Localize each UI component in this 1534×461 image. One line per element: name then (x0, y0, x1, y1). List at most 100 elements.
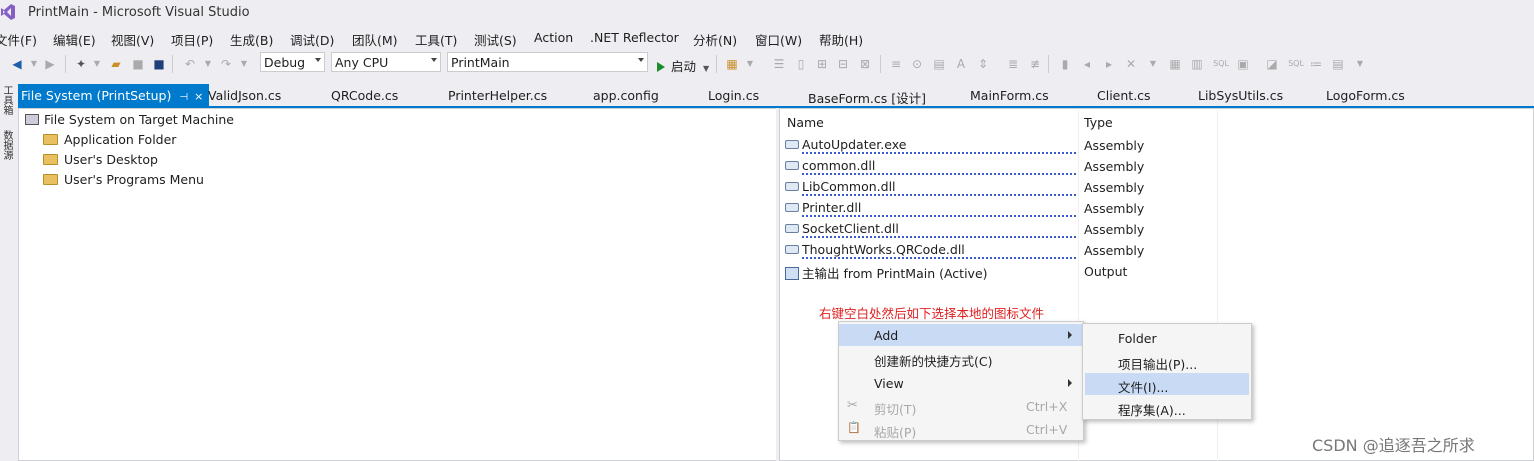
menu-item-label: Folder (1118, 331, 1157, 346)
list-item[interactable]: LibCommon.dll (785, 179, 896, 200)
menu-edit[interactable]: 编辑(E) (53, 30, 96, 49)
save-icon[interactable]: ■ (131, 57, 145, 71)
tree-item-application-folder[interactable]: Application Folder (43, 132, 176, 147)
submenu-item-assembly[interactable]: 程序集(A)... (1085, 396, 1249, 418)
tab-app-config[interactable]: app.config (593, 84, 659, 106)
menu-project[interactable]: 项目(P) (171, 30, 213, 49)
menu-item-label: 创建新的快捷方式(C) (874, 354, 993, 369)
column-header-type[interactable]: Type (1084, 115, 1113, 130)
file-name: AutoUpdater.exe (802, 137, 907, 152)
menu-window[interactable]: 窗口(W) (755, 30, 802, 49)
menu-view[interactable]: 视图(V) (111, 30, 154, 49)
assembly-icon (785, 224, 799, 233)
chevron-right-icon (1068, 331, 1072, 339)
menu-action[interactable]: Action (534, 30, 573, 45)
dotted-underline (802, 173, 1078, 175)
tab-printerhelper[interactable]: PrinterHelper.cs (448, 84, 547, 106)
submenu-item-file[interactable]: 文件(I)... (1085, 373, 1249, 395)
platform-combo[interactable]: Any CPU (331, 52, 441, 72)
menu-item-label: Add (874, 328, 899, 343)
clipboard-icon: 📋 (847, 421, 861, 434)
folder-icon (43, 134, 58, 145)
submenu-item-folder[interactable]: Folder (1085, 327, 1249, 349)
list-item[interactable]: AutoUpdater.exe (785, 137, 906, 158)
submenu-item-project-output[interactable]: 项目输出(P)... (1085, 350, 1249, 372)
menu-test[interactable]: 测试(S) (474, 30, 517, 49)
tab-label: File System (PrintSetup) (21, 88, 172, 103)
list-item[interactable]: Printer.dll (785, 200, 861, 221)
save-all-icon[interactable]: ■ (152, 57, 166, 71)
startup-project-value: PrintMain (451, 55, 510, 70)
context-menu-item-cut[interactable]: ✂ 剪切(T) Ctrl+X (839, 395, 1083, 417)
back-icon[interactable]: ◀ (10, 57, 24, 71)
close-icon[interactable]: × (194, 90, 203, 103)
chevron-down-icon (431, 58, 437, 62)
menu-file[interactable]: 文件(F) (0, 30, 37, 49)
menu-team[interactable]: 团队(M) (352, 30, 398, 49)
menu-analyze[interactable]: 分析(N) (693, 30, 737, 49)
title-bar: PrintMain - Microsoft Visual Studio (0, 0, 1534, 26)
menu-help[interactable]: 帮助(H) (819, 30, 863, 49)
data-sources-tab[interactable]: 数据源 (1, 130, 12, 160)
redo-icon[interactable]: ↷ (219, 57, 233, 71)
dotted-underline (802, 236, 1078, 238)
undo-icon[interactable]: ↶ (183, 57, 197, 71)
new-project-icon[interactable]: ✦ (74, 57, 88, 71)
platform-value: Any CPU (335, 55, 389, 70)
tab-file-system[interactable]: File System (PrintSetup) ⊣ × (18, 84, 210, 106)
tab-baseform-designer[interactable]: BaseForm.cs [设计] (808, 84, 926, 106)
forward-icon[interactable]: ▶ (43, 57, 57, 71)
tab-qrcode[interactable]: QRCode.cs (331, 84, 398, 106)
redo-dropdown-icon[interactable]: ▼ (237, 57, 251, 71)
assembly-icon (785, 161, 799, 170)
toolbox-tab[interactable]: 工具箱 (1, 85, 12, 115)
context-menu-item-add[interactable]: Add (839, 324, 1083, 346)
computer-icon (25, 114, 39, 125)
chevron-right-icon (1068, 379, 1072, 387)
menu-debug[interactable]: 调试(D) (290, 30, 334, 49)
play-icon (657, 62, 665, 72)
back-dropdown-icon[interactable]: ▼ (27, 57, 41, 71)
tab-validjson[interactable]: ValidJson.cs (208, 84, 281, 106)
column-header-name[interactable]: Name (787, 115, 824, 130)
list-item[interactable]: SocketClient.dll (785, 221, 899, 242)
menu-item-label: 粘贴(P) (874, 425, 917, 440)
menu-bar: 文件(F) 编辑(E) 视图(V) 项目(P) 生成(B) 调试(D) 团队(M… (0, 26, 1534, 50)
list-item[interactable]: common.dll (785, 158, 875, 179)
annotation-text: 右键空白处然后如下选择本地的图标文件 (819, 306, 1045, 321)
window-title: PrintMain - Microsoft Visual Studio (28, 5, 250, 20)
tab-mainform[interactable]: MainForm.cs (970, 84, 1049, 106)
tab-logoform[interactable]: LogoForm.cs (1326, 84, 1405, 106)
solution-config-combo[interactable]: Debug (260, 52, 325, 72)
file-type: Assembly (1084, 222, 1145, 237)
assembly-icon (785, 182, 799, 191)
scissors-icon: ✂ (847, 398, 858, 413)
tab-libsysutils[interactable]: LibSysUtils.cs (1198, 84, 1283, 106)
context-menu-item-create-shortcut[interactable]: 创建新的快捷方式(C) (839, 347, 1083, 369)
menu-build[interactable]: 生成(B) (230, 30, 273, 49)
menu-tools[interactable]: 工具(T) (415, 30, 457, 49)
list-item[interactable]: 主输出 from PrintMain (Active) (785, 263, 988, 284)
file-type: Assembly (1084, 159, 1145, 174)
open-file-icon[interactable]: ▰ (109, 57, 123, 71)
tree-item-users-programs-menu[interactable]: User's Programs Menu (43, 172, 204, 187)
tree-root[interactable]: File System on Target Machine (25, 112, 234, 127)
menu-net-reflector[interactable]: .NET Reflector (590, 30, 679, 45)
tree-item-users-desktop[interactable]: User's Desktop (43, 152, 158, 167)
pin-icon[interactable]: ⊣ (179, 92, 188, 103)
dotted-underline (802, 215, 1078, 217)
tab-login[interactable]: Login.cs (708, 84, 759, 106)
context-menu-item-view[interactable]: View (839, 372, 1083, 394)
startup-project-combo[interactable]: PrintMain (447, 52, 648, 72)
tab-client[interactable]: Client.cs (1097, 84, 1151, 106)
file-type: Assembly (1084, 243, 1145, 258)
start-debugging-button[interactable]: 启动 ▼ (657, 56, 709, 75)
context-menu-item-paste[interactable]: 📋 粘贴(P) Ctrl+V (839, 418, 1083, 440)
assembly-icon (785, 245, 799, 254)
menu-item-label: 程序集(A)... (1118, 403, 1186, 418)
add-submenu: Folder 项目输出(P)... 文件(I)... 程序集(A)... (1082, 323, 1252, 420)
list-item[interactable]: ThoughtWorks.QRCode.dll (785, 242, 965, 263)
undo-dropdown-icon[interactable]: ▼ (201, 57, 215, 71)
folder-icon (43, 174, 58, 185)
new-project-dropdown-icon[interactable]: ▼ (90, 57, 104, 71)
